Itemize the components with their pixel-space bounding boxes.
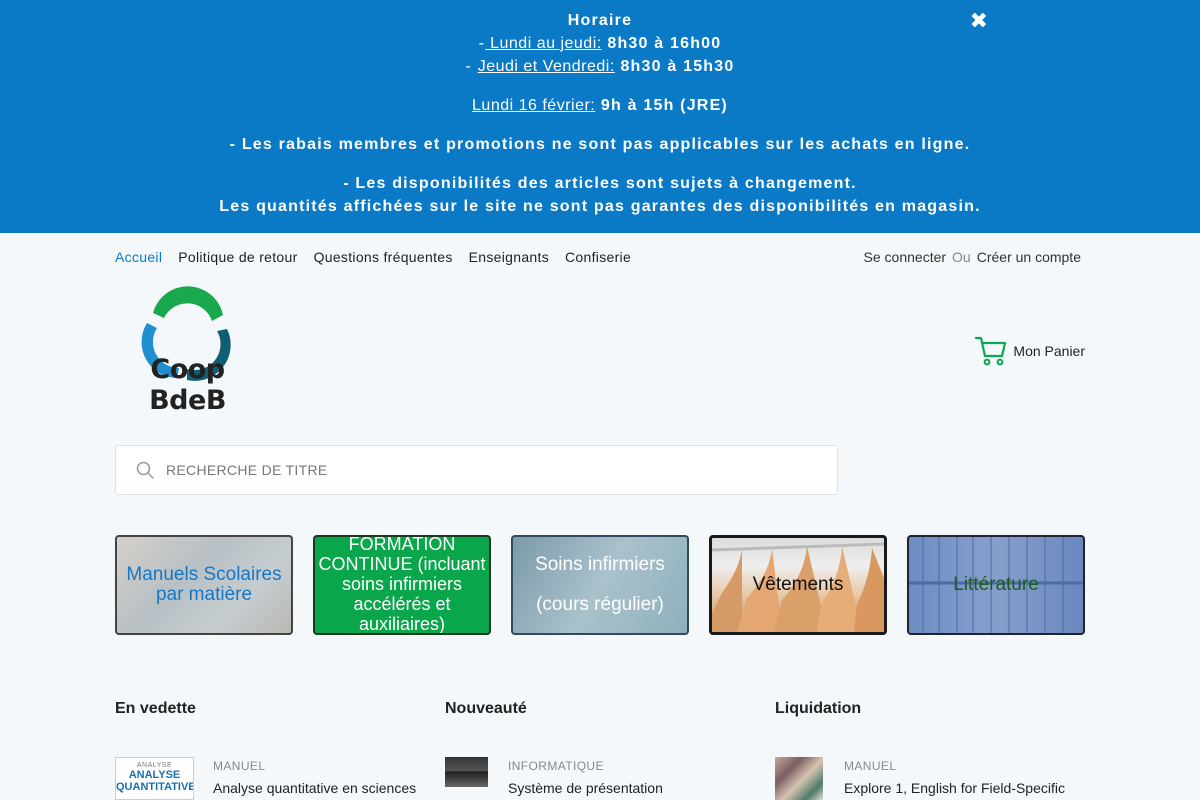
- banner-hours-line-1: - Lundi au jeudi: 8h30 à 16h00: [478, 35, 722, 52]
- banner-hours-2-label: Jeudi et Vendredi:: [477, 58, 615, 75]
- search-icon[interactable]: [136, 461, 154, 479]
- logo-text: Coop BdeB: [149, 354, 226, 416]
- product-type: Manuel: [213, 759, 266, 773]
- login-link[interactable]: Se connecter: [864, 249, 947, 265]
- banner-special-hours: Lundi 16 février: 9h à 15h (JRE): [0, 96, 1200, 116]
- announcement-banner: Horaire - Lundi au jeudi: 8h30 à 16h00 -…: [0, 0, 1200, 233]
- banner-notice-quantities: Les quantités affichées sur le site ne s…: [219, 198, 981, 215]
- category-tile-formation-continue[interactable]: FORMATION CONTINUE (incluant soins infir…: [313, 535, 491, 635]
- cart-label: Mon Panier: [1013, 343, 1085, 359]
- product-name[interactable]: Analyse quantitative en sciences: [213, 780, 416, 796]
- banner-title: Horaire: [567, 12, 633, 29]
- category-label: FORMATION CONTINUE (incluant soins infir…: [318, 535, 486, 634]
- product-thumbnail[interactable]: [775, 757, 823, 800]
- nav-item-questions-frequentes[interactable]: Questions fréquentes: [314, 249, 453, 269]
- banner-hours-1-label: Lundi au jeudi:: [485, 35, 602, 52]
- nav-item-enseignants[interactable]: Enseignants: [469, 249, 549, 269]
- product-type: Manuel: [844, 759, 897, 773]
- category-label: Littérature: [953, 574, 1039, 595]
- product-thumbnail[interactable]: [445, 757, 488, 787]
- cart-icon: [975, 336, 1007, 366]
- section-title-nouveaute: Nouveauté: [445, 700, 527, 717]
- account-or-separator: Ou: [952, 249, 971, 265]
- banner-hours-1-value: 8h30 à 16h00: [607, 35, 722, 52]
- product-thumbnail[interactable]: ANALYSE ANALYSE QUANTITATIVE: [115, 757, 194, 800]
- section-title-liquidation: Liquidation: [775, 700, 862, 717]
- product-type: Informatique: [508, 759, 604, 773]
- top-navigation: Accueil Politique de retour Questions fr…: [115, 249, 647, 269]
- nav-item-confiserie[interactable]: Confiserie: [565, 249, 631, 269]
- nav-item-politique-retour[interactable]: Politique de retour: [178, 249, 297, 269]
- product-cover-title: ANALYSE QUANTITATIVE: [116, 769, 194, 793]
- search-input[interactable]: [166, 462, 837, 478]
- banner-notice-discounts: - Les rabais membres et promotions ne so…: [229, 136, 971, 153]
- account-links: Se connecter Ou Créer un compte: [864, 249, 1081, 265]
- section-title-en-vedette: En vedette: [115, 700, 196, 717]
- banner-special-value: 9h à 15h (JRE): [600, 97, 728, 114]
- nav-item-accueil[interactable]: Accueil: [115, 249, 162, 269]
- banner-hours-line-2: - Jeudi et Vendredi: 8h30 à 15h30: [465, 58, 735, 75]
- product-name[interactable]: Explore 1, English for Field-Specific: [844, 780, 1065, 796]
- category-label-line-1: Soins infirmiers: [535, 554, 665, 575]
- site-logo[interactable]: Coop BdeB: [115, 285, 260, 416]
- cart-button[interactable]: Mon Panier: [975, 336, 1085, 366]
- category-label: Manuels Scolaires par matière: [126, 564, 282, 605]
- category-label-line-2: (cours régulier): [536, 594, 664, 615]
- category-tile-vetements[interactable]: Vêtements: [709, 535, 887, 635]
- close-icon[interactable]: ✖: [970, 8, 988, 34]
- search-bar: [115, 445, 838, 495]
- category-label: Vêtements: [752, 574, 844, 595]
- category-tile-litterature[interactable]: Littérature: [907, 535, 1085, 635]
- banner-hours-2-value: 8h30 à 15h30: [620, 58, 735, 75]
- category-tile-manuels-scolaires[interactable]: Manuels Scolaires par matière: [115, 535, 293, 635]
- category-label: Soins infirmiers (cours régulier): [533, 545, 667, 625]
- banner-special-label: Lundi 16 février:: [472, 97, 596, 114]
- register-link[interactable]: Créer un compte: [977, 249, 1081, 265]
- product-name[interactable]: Système de présentation: [508, 780, 663, 796]
- category-tile-soins-infirmiers[interactable]: Soins infirmiers (cours régulier): [511, 535, 689, 635]
- banner-notice-availability: - Les disponibilités des articles sont s…: [343, 175, 857, 192]
